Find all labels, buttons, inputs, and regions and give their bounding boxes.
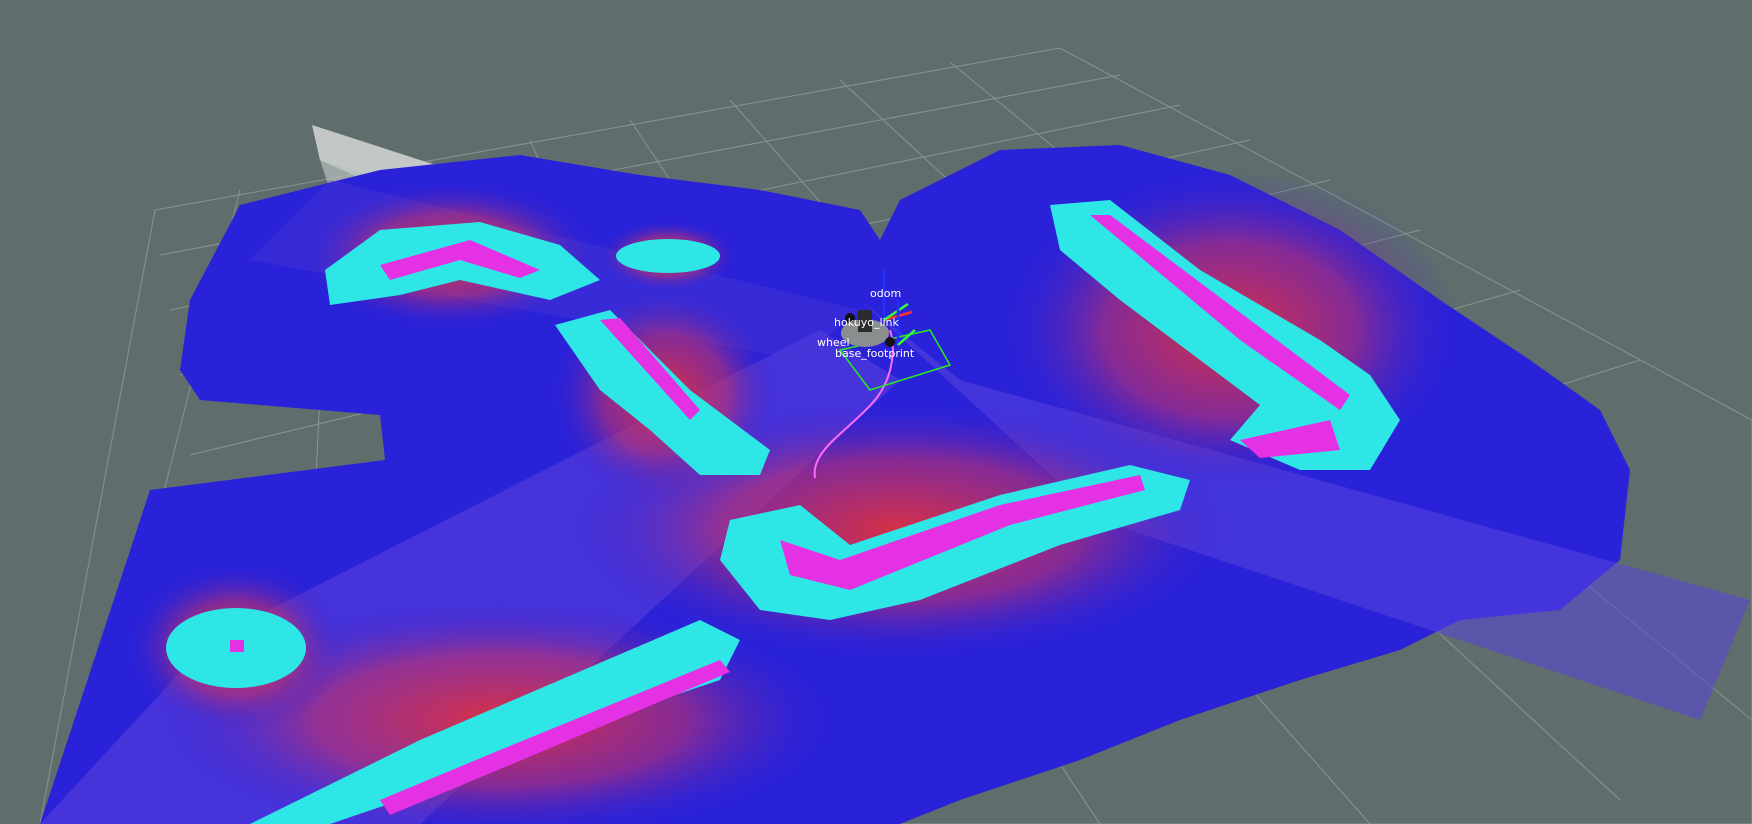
costmap-layer xyxy=(40,145,1750,824)
tf-label-odom: odom xyxy=(870,287,901,300)
rviz-3d-viewport[interactable]: odom hokuyo_link wheel base_footprint xyxy=(0,0,1752,824)
scene-canvas[interactable]: odom hokuyo_link wheel base_footprint xyxy=(0,0,1752,824)
tf-label-base: base_footprint xyxy=(835,347,915,360)
tf-label-hokuyo: hokuyo_link xyxy=(834,316,900,329)
